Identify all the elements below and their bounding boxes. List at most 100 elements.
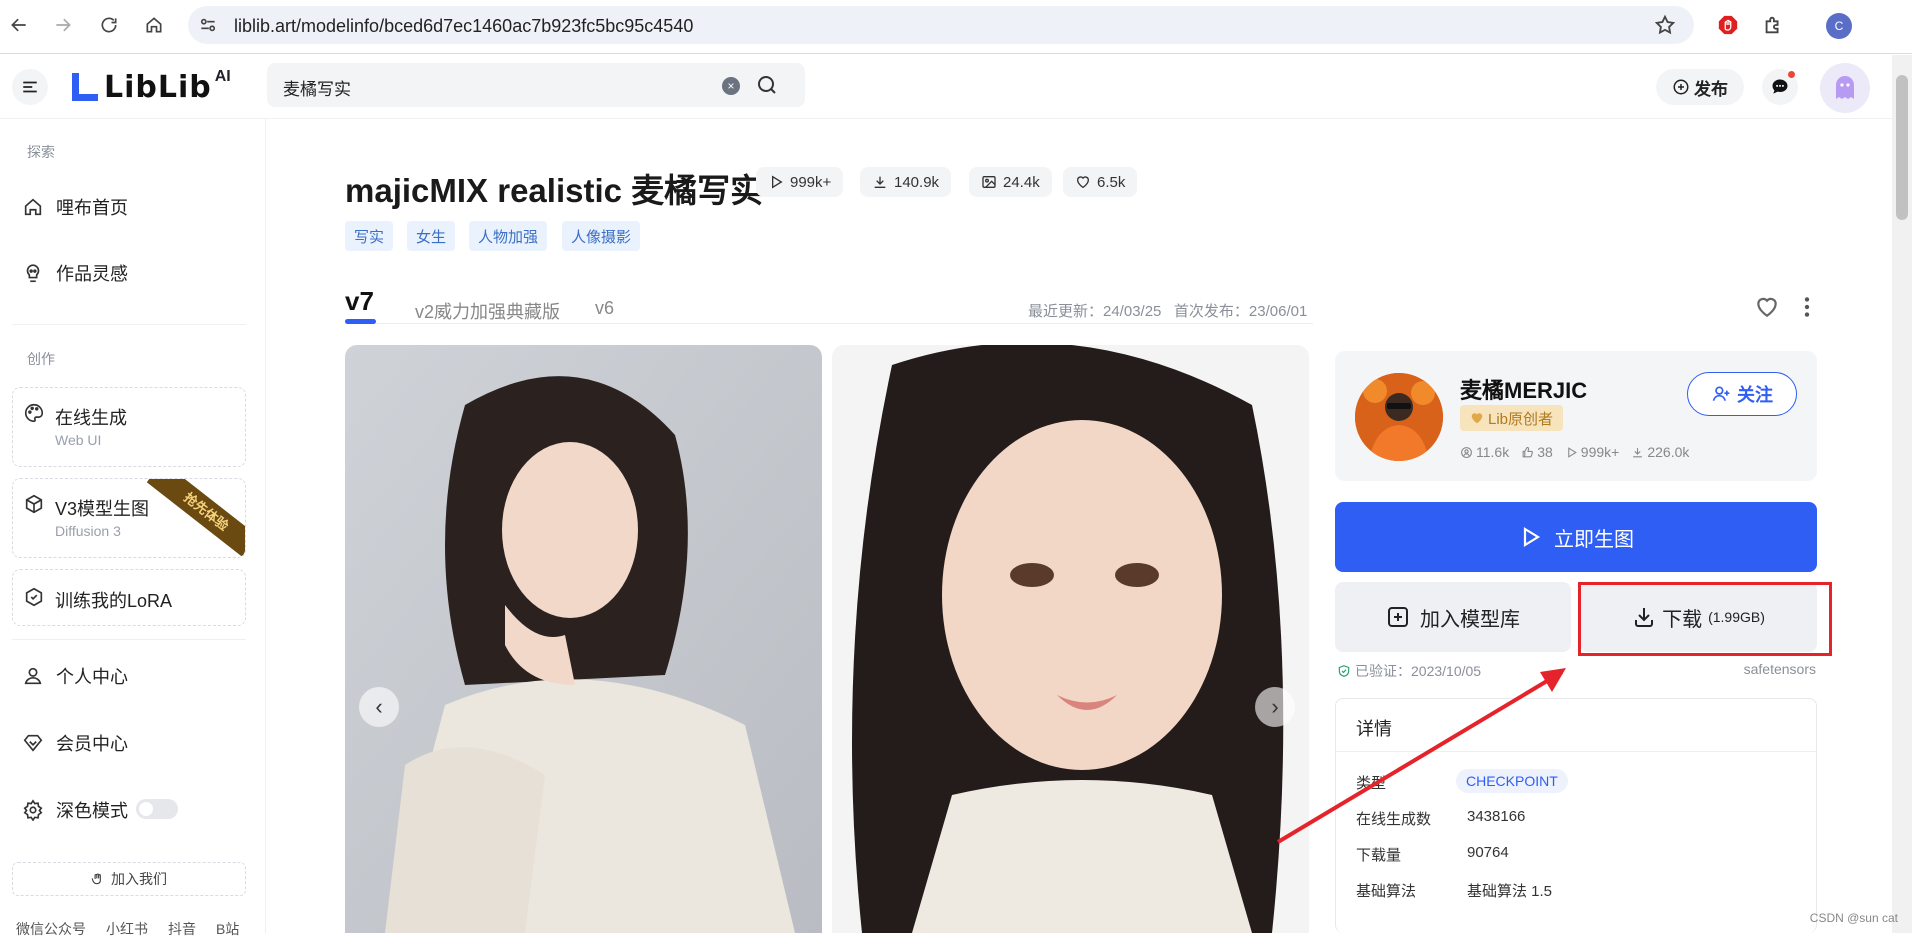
publish-button[interactable]: 发布 bbox=[1656, 69, 1744, 105]
sidebar-section-explore: 探索 bbox=[27, 144, 55, 160]
tag-realistic[interactable]: 写实 bbox=[345, 221, 394, 251]
back-icon[interactable] bbox=[6, 12, 32, 38]
creator-avatar[interactable] bbox=[1355, 373, 1443, 461]
chat-bubble-icon bbox=[1772, 79, 1788, 94]
creator-stat-likes: 38 bbox=[1521, 444, 1553, 460]
play-icon bbox=[1523, 527, 1541, 547]
creator-name[interactable]: 麦橘MERJIC bbox=[1460, 373, 1587, 405]
stat-downloads: 140.9k bbox=[860, 167, 952, 197]
gallery-image-2[interactable] bbox=[832, 345, 1309, 933]
sidebar-divider bbox=[12, 324, 246, 325]
sidebar-card-v3-model[interactable]: V3模型生图 Diffusion 3 抢先体验 bbox=[12, 478, 246, 558]
dark-mode-toggle[interactable] bbox=[136, 799, 178, 819]
home-outline-icon bbox=[24, 198, 42, 216]
annotation-highlight-box bbox=[1578, 582, 1832, 656]
liblib-logo-mark bbox=[72, 73, 98, 101]
follow-button[interactable]: 关注 bbox=[1687, 372, 1797, 416]
tag-portrait-photo[interactable]: 人像摄影 bbox=[562, 221, 641, 251]
sidebar-card-online-generate[interactable]: 在线生成 Web UI bbox=[12, 387, 246, 467]
heart-badge-icon bbox=[1471, 413, 1483, 424]
add-to-library-button[interactable]: 加入模型库 bbox=[1335, 582, 1571, 652]
adblock-extension-icon[interactable] bbox=[1715, 12, 1741, 38]
sidebar-item-home[interactable]: 哩布首页 bbox=[22, 190, 128, 224]
sidebar-divider bbox=[12, 639, 246, 640]
creator-stats: 11.6k 38 999k+ 226.0k bbox=[1460, 444, 1689, 460]
sidebar-item-label: 哩布首页 bbox=[56, 198, 128, 218]
version-tabs-baseline bbox=[345, 323, 1313, 324]
detail-value-base-algorithm: 基础算法 1.5 bbox=[1467, 883, 1553, 900]
social-link-wechat[interactable]: 微信公众号 bbox=[16, 919, 86, 939]
add-user-icon bbox=[1712, 386, 1730, 401]
heart-icon bbox=[1076, 176, 1090, 189]
settings-icon bbox=[23, 799, 43, 821]
notification-dot bbox=[1788, 71, 1795, 78]
sidebar-section-create: 创作 bbox=[27, 351, 55, 367]
play-icon bbox=[1568, 446, 1577, 458]
generate-now-button[interactable]: 立即生图 bbox=[1335, 502, 1817, 572]
search-query-text[interactable]: 麦橘写实 bbox=[283, 75, 351, 100]
ghost-avatar-icon bbox=[1836, 76, 1854, 99]
shield-cube-icon bbox=[25, 587, 43, 607]
favorite-heart-icon[interactable] bbox=[1754, 294, 1780, 320]
search-icon[interactable] bbox=[755, 73, 779, 97]
more-options-icon[interactable] bbox=[1794, 294, 1820, 320]
tab-version-v2[interactable]: v2威力加强典藏版 bbox=[415, 298, 560, 324]
gallery-image-1[interactable] bbox=[345, 345, 822, 933]
image-icon bbox=[982, 176, 996, 188]
site-info-icon[interactable] bbox=[198, 15, 218, 35]
sidebar-item-inspiration[interactable]: 作品灵感 bbox=[22, 256, 128, 290]
hamburger-menu-icon[interactable] bbox=[12, 69, 48, 105]
home-icon[interactable] bbox=[141, 12, 167, 38]
tag-character-enhance[interactable]: 人物加强 bbox=[469, 221, 548, 251]
reload-icon[interactable] bbox=[96, 12, 122, 38]
detail-label-base-algorithm: 基础算法 bbox=[1356, 883, 1417, 900]
tab-version-v7[interactable]: v7 bbox=[345, 286, 374, 317]
liblib-logo[interactable]: LibLib AI bbox=[70, 68, 231, 105]
detail-label-type: 类型 bbox=[1356, 775, 1387, 792]
portrait-photo-1 bbox=[345, 345, 822, 933]
card-title: V3模型生图 bbox=[55, 499, 150, 519]
follow-label: 关注 bbox=[1737, 385, 1773, 405]
sidebar-item-profile[interactable]: 个人中心 bbox=[22, 659, 128, 693]
stat-value: 140.9k bbox=[894, 173, 940, 191]
thumbs-up-icon bbox=[1522, 446, 1534, 457]
extensions-puzzle-icon[interactable] bbox=[1760, 12, 1786, 38]
detail-label-online-generations: 在线生成数 bbox=[1356, 811, 1432, 828]
social-link-xiaohongshu[interactable]: 小红书 bbox=[106, 919, 148, 939]
sidebar-item-dark-mode[interactable]: 深色模式 bbox=[22, 793, 128, 827]
details-card: 详情 类型 CHECKPOINT 在线生成数 3438166 下载量 90764… bbox=[1335, 698, 1817, 933]
browser-profile-avatar[interactable]: C bbox=[1826, 13, 1852, 39]
search-input[interactable]: 麦橘写实 × bbox=[267, 63, 805, 107]
forward-icon[interactable] bbox=[50, 12, 76, 38]
carousel-next-button[interactable]: › bbox=[1255, 687, 1295, 727]
social-link-bilibili[interactable]: B站 bbox=[216, 919, 239, 939]
sidebar-item-membership[interactable]: 会员中心 bbox=[22, 726, 128, 760]
stat-likes[interactable]: 6.5k bbox=[1063, 167, 1138, 197]
join-us-button[interactable]: 加入我们 bbox=[12, 862, 246, 896]
address-bar[interactable]: liblib.art/modelinfo/bced6d7ec1460ac7b92… bbox=[188, 6, 1694, 44]
details-title: 详情 bbox=[1356, 719, 1392, 739]
sidebar-item-label: 个人中心 bbox=[56, 667, 128, 687]
stat-images: 24.4k bbox=[969, 167, 1052, 197]
creator-avatar-image bbox=[1355, 373, 1443, 461]
carousel-prev-button[interactable]: ‹ bbox=[359, 687, 399, 727]
page-scrollbar[interactable] bbox=[1892, 55, 1912, 933]
card-title: 训练我的LoRA bbox=[55, 591, 173, 611]
hand-wave-icon bbox=[91, 873, 101, 885]
creator-stat-followers: 11.6k bbox=[1460, 444, 1509, 460]
bookmark-star-icon[interactable] bbox=[1654, 14, 1676, 36]
user-avatar[interactable] bbox=[1820, 63, 1870, 113]
sidebar-item-label: 作品灵感 bbox=[56, 264, 128, 284]
clear-search-icon[interactable]: × bbox=[722, 77, 740, 95]
csdn-watermark: CSDN @sun cat bbox=[1809, 911, 1898, 925]
first-published: 首次发布：23/06/01 bbox=[1173, 303, 1308, 320]
scrollbar-thumb[interactable] bbox=[1896, 75, 1908, 220]
stat-value: 999k+ bbox=[790, 173, 832, 191]
last-updated: 最近更新：24/03/25 bbox=[1028, 303, 1162, 320]
social-link-douyin[interactable]: 抖音 bbox=[168, 919, 196, 939]
sidebar-item-train-lora[interactable]: 训练我的LoRA bbox=[12, 569, 246, 626]
tag-female[interactable]: 女生 bbox=[407, 221, 456, 251]
tab-version-v6[interactable]: v6 bbox=[595, 298, 614, 319]
card-subtitle: Web UI bbox=[55, 432, 102, 448]
url-text[interactable]: liblib.art/modelinfo/bced6d7ec1460ac7b92… bbox=[234, 16, 693, 37]
